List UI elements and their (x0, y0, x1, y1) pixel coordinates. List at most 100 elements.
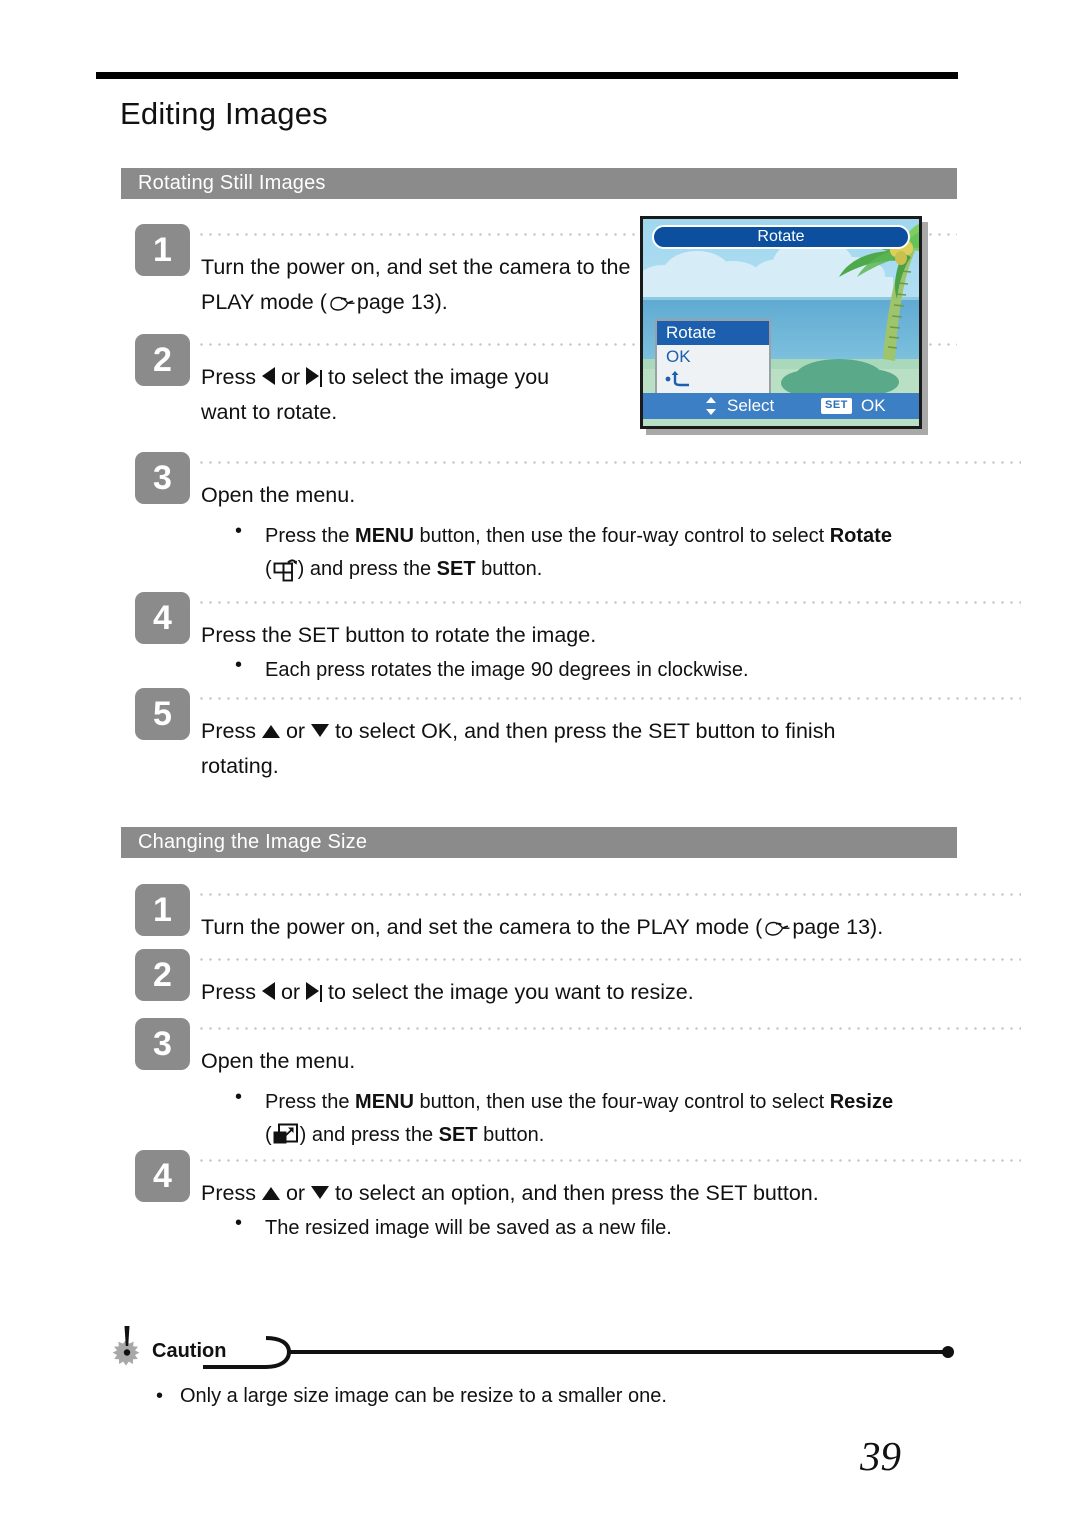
bullet-text-before: Press the (265, 1091, 356, 1113)
step-text: Press or to select OK, and then press th… (201, 714, 1001, 784)
step-divider (197, 958, 1021, 961)
menu-target-resize: Resize (829, 1091, 894, 1113)
step-text-or: or (280, 365, 301, 389)
step-text-tail: to select the image you (328, 365, 550, 389)
set-button-label: SET (436, 558, 476, 580)
paren-open: ( (265, 558, 272, 580)
bullet-text-mid: button, then use the four-way control to… (413, 525, 830, 547)
arrow-right-icon (306, 367, 320, 385)
lcd-display: Rotate Rotate OK Select SET OK (643, 219, 919, 426)
step-text-tail: to select OK, and then press the SET but… (335, 719, 836, 743)
lcd-frame: Rotate Rotate OK Select SET OK (640, 216, 922, 429)
step-text-lead: Press (201, 980, 256, 1004)
arrow-up-icon (261, 1187, 280, 1200)
bullet-marker: • (235, 1212, 243, 1234)
step-text-main: Press the SET button to rotate the image… (201, 623, 597, 647)
step-divider (197, 697, 1021, 700)
page-title: Editing Images (120, 96, 328, 131)
step-divider (197, 1027, 1021, 1030)
lcd-menu: Rotate OK (655, 319, 771, 395)
header-rule (96, 72, 958, 79)
arrow-up-icon (261, 725, 280, 738)
step-text: Open the menu. (201, 478, 901, 513)
step-text-tail: to select an option, and then press the … (335, 1181, 819, 1205)
caution-rule (148, 1322, 958, 1379)
caution-item-text: Only a large size image can be resize to… (180, 1385, 667, 1407)
lcd-menu-item-back[interactable] (657, 369, 769, 393)
bullet-text: Each press rotates the image 90 degrees … (265, 659, 749, 681)
page-number: 39 (860, 1433, 901, 1479)
lcd-title-pill: Rotate (652, 225, 910, 249)
arrow-right-icon (306, 982, 320, 1000)
bullet-marker: • (235, 654, 243, 676)
step-text-main: Open the menu. (201, 483, 356, 507)
step-text-lead: Press (201, 1181, 256, 1205)
step-number-badge: 4 (135, 592, 190, 644)
step-text-line2: want to rotate. (201, 400, 338, 424)
bullet-text-after: ) and press the (297, 558, 437, 580)
pointing-hand-icon (762, 914, 792, 936)
step-divider (197, 601, 1021, 604)
bullet-text-end: button. (475, 558, 543, 580)
step-text: Turn the power on, and set the camera to… (201, 910, 1011, 945)
lcd-status-bar: Select SET OK (643, 393, 919, 419)
step-number-badge: 4 (135, 1150, 190, 1202)
step-number-badge: 1 (135, 224, 190, 276)
step-number-badge: 1 (135, 884, 190, 936)
paren-open: ( (265, 1124, 272, 1146)
step-bullet-text: Each press rotates the image 90 degrees … (265, 654, 965, 687)
lcd-menu-item-rotate[interactable]: Rotate (657, 321, 769, 345)
step-text-lead: Press (201, 719, 256, 743)
lcd-menu-item-ok[interactable]: OK (657, 345, 769, 369)
section-header-rotating: Rotating Still Images (121, 168, 957, 199)
step-text-tail: to select the image you want to resize. (328, 980, 694, 1004)
step-number-badge: 5 (135, 688, 190, 740)
arrow-down-icon (311, 724, 330, 737)
manual-page: Editing Images Rotating Still Images 1 T… (0, 0, 1080, 1528)
bullet-text: The resized image will be saved as a new… (265, 1217, 672, 1239)
step-text-or: or (285, 1181, 306, 1205)
up-down-arrow-icon (705, 397, 717, 415)
arrow-right-stop (320, 985, 323, 1002)
step-number-badge: 3 (135, 452, 190, 504)
step-divider (197, 1159, 1021, 1162)
step-number-badge: 2 (135, 334, 190, 386)
step-divider (197, 893, 1021, 896)
step-bullet-text: Press the MENU button, then use the four… (265, 520, 995, 586)
menu-target-rotate: Rotate (829, 525, 892, 547)
step-text: Turn the power on, and set the camera to… (201, 250, 671, 320)
menu-button-label: MENU (355, 1091, 414, 1113)
camera-lcd-screenshot: Rotate Rotate OK Select SET OK (640, 216, 928, 435)
pointing-hand-icon (327, 289, 357, 311)
back-arrow-icon (663, 371, 699, 392)
menu-button-label: MENU (355, 525, 414, 547)
arrow-down-icon (311, 1186, 330, 1199)
arrow-left-icon (261, 982, 275, 1000)
step-text: Open the menu. (201, 1044, 901, 1079)
bullet-text-mid: button, then use the four-way control to… (413, 1091, 830, 1113)
step-text: Press or to select the image you want to… (201, 975, 1001, 1010)
step-text: Press or to select the image you want to… (201, 360, 681, 430)
step-text-or: or (280, 980, 301, 1004)
lcd-ok-label: OK (861, 396, 886, 415)
step-text: Press or to select an option, and then p… (201, 1176, 1021, 1211)
set-button-label: SET (438, 1124, 478, 1146)
warning-burst-icon (108, 1324, 148, 1370)
arrow-right-stop (320, 370, 323, 387)
step-divider (197, 461, 1021, 464)
caution-block: Caution • Only a large size image can be… (108, 1322, 958, 1407)
step-number-badge: 2 (135, 949, 190, 1001)
arrow-left-icon (261, 367, 275, 385)
step-text-after: page 13). (792, 915, 884, 939)
step-text-main: Open the menu. (201, 1049, 356, 1073)
step-text: Press the SET button to rotate the image… (201, 618, 901, 653)
section-header-changing-size: Changing the Image Size (121, 827, 957, 858)
step-bullet-text: Press the MENU button, then use the four… (265, 1086, 995, 1152)
bullet-text-end: button. (477, 1124, 545, 1146)
step-number-badge: 3 (135, 1018, 190, 1070)
lcd-select-label: Select (727, 396, 775, 415)
bullet-marker: • (156, 1385, 164, 1407)
resize-icon (272, 1122, 300, 1147)
step-text-line2: rotating. (201, 754, 279, 778)
set-button-badge: SET (821, 398, 852, 414)
